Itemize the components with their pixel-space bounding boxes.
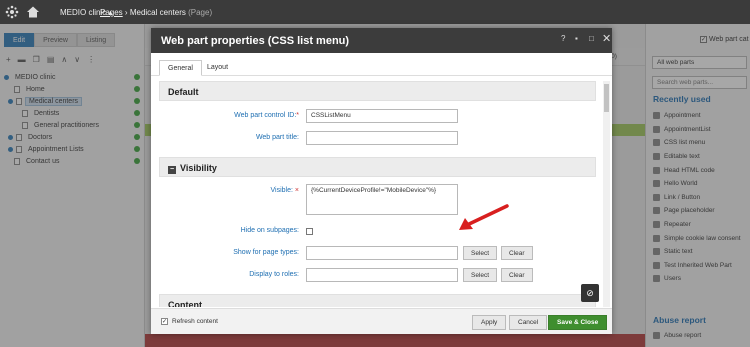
section-default[interactable]: Default xyxy=(159,81,596,101)
dialog-title: Web part properties (CSS list menu) xyxy=(161,35,350,47)
breadcrumb-separator: › xyxy=(124,8,128,17)
compass-icon[interactable]: ⊘ xyxy=(581,284,599,302)
web-part-title-label: Web part title: xyxy=(255,134,299,141)
dialog-tabs: General Layout xyxy=(151,53,612,76)
tab-layout[interactable]: Layout xyxy=(199,60,236,76)
hide-on-subpages-checkbox[interactable] xyxy=(306,228,313,235)
dialog-header: Web part properties (CSS list menu) ? ▪ … xyxy=(151,28,612,53)
tab-general[interactable]: General xyxy=(159,60,202,76)
kentico-logo-icon[interactable] xyxy=(5,5,19,19)
web-part-title-input[interactable] xyxy=(306,131,458,145)
refresh-content-checkbox[interactable]: ✓ Refresh content xyxy=(161,318,218,325)
control-id-input[interactable]: CSSListMenu xyxy=(306,109,458,123)
breadcrumb: Pages › Medical centers (Page) xyxy=(100,8,212,17)
macro-icon: × xyxy=(294,187,299,194)
control-id-label: Web part control ID:* xyxy=(234,112,299,119)
roles-input[interactable] xyxy=(306,268,458,282)
annotation-arrow xyxy=(459,204,509,230)
close-icon[interactable]: ✕ xyxy=(602,32,611,45)
section-content[interactable]: Content xyxy=(159,294,596,307)
breadcrumb-current: Medical centers xyxy=(129,8,186,17)
show-for-page-types-label: Show for page types: xyxy=(233,249,299,256)
page-types-input[interactable] xyxy=(306,246,458,260)
page-types-select-button[interactable]: Select xyxy=(463,246,498,260)
hide-on-subpages-label: Hide on subpages: xyxy=(240,227,299,234)
scrollbar-thumb[interactable] xyxy=(604,84,609,112)
maximize-icon[interactable]: □ xyxy=(589,34,594,43)
top-bar: MEDIO clinic ▴ Pages › Medical centers (… xyxy=(0,0,750,24)
save-close-button[interactable]: Save & Close xyxy=(548,315,608,330)
home-icon[interactable] xyxy=(26,5,40,19)
breadcrumb-pages-link[interactable]: Pages xyxy=(100,8,123,17)
page-types-clear-button[interactable]: Clear xyxy=(501,246,533,260)
dialog-scrollbar[interactable] xyxy=(603,81,610,307)
dialog-body: Default Web part control ID:* CSSListMen… xyxy=(159,81,596,307)
cancel-button[interactable]: Cancel xyxy=(509,315,548,330)
roles-clear-button[interactable]: Clear xyxy=(501,268,533,282)
collapse-icon: − xyxy=(168,166,176,174)
minimize-icon[interactable]: ▪ xyxy=(575,34,578,43)
apply-button[interactable]: Apply xyxy=(472,315,507,330)
display-to-roles-label: Display to roles: xyxy=(249,271,299,278)
help-icon[interactable]: ? xyxy=(561,34,565,43)
section-visibility[interactable]: − Visibility xyxy=(159,157,596,177)
breadcrumb-type: (Page) xyxy=(188,8,213,17)
web-part-properties-dialog: Web part properties (CSS list menu) ? ▪ … xyxy=(151,28,612,334)
visible-label: Visible: × xyxy=(270,187,300,194)
visible-condition-input[interactable]: {%CurrentDeviceProfile!="MobileDevice"%} xyxy=(306,184,458,215)
checkbox-checked-icon: ✓ xyxy=(161,318,168,325)
roles-select-button[interactable]: Select xyxy=(463,268,498,282)
dialog-footer: ✓ Refresh content Apply Cancel Save & Clo… xyxy=(151,308,612,334)
